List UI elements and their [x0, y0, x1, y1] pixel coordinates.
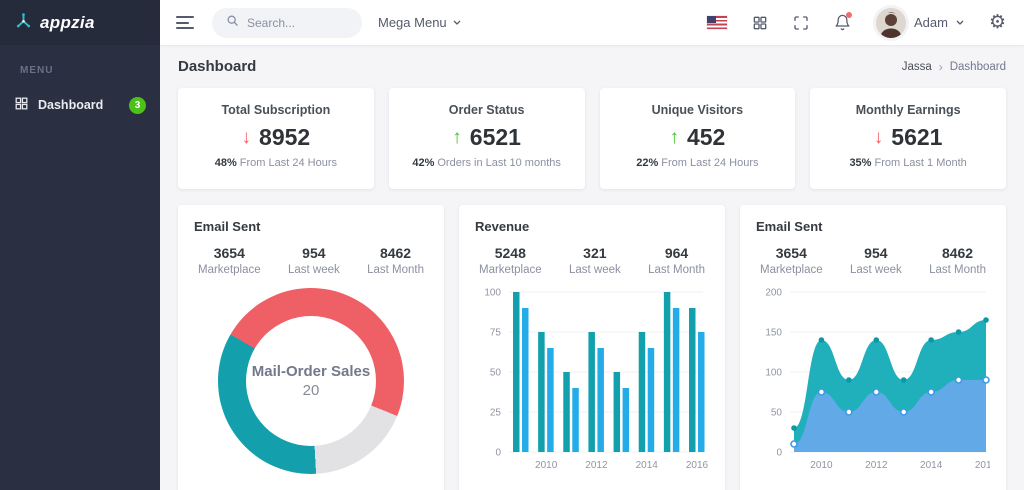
stat-value: ↓ 8952	[241, 124, 311, 150]
apps-grid-icon[interactable]	[752, 15, 768, 31]
svg-text:25: 25	[490, 408, 502, 419]
svg-text:2012: 2012	[585, 460, 608, 471]
mega-menu-dropdown[interactable]: Mega Menu	[378, 15, 461, 30]
user-menu[interactable]: Adam	[875, 7, 964, 38]
svg-text:0: 0	[495, 448, 501, 459]
main-area: Mega Menu	[160, 0, 1024, 490]
dashboard-grid-icon	[14, 96, 29, 114]
search-icon	[226, 14, 239, 32]
breadcrumb: Jassa › Dashboard	[902, 60, 1006, 74]
svg-text:2014: 2014	[636, 460, 659, 471]
chevron-down-icon	[956, 20, 964, 25]
drone-logo-icon	[14, 11, 33, 35]
brand-name: appzia	[40, 12, 95, 32]
mini-stats: 3654 Marketplace 954 Last week 8462 Last Mo…	[760, 245, 986, 276]
svg-text:2016: 2016	[975, 460, 990, 471]
stat-note: 48% From Last 24 Hours	[214, 157, 337, 169]
stat-card-unique-visitors: Unique Visitors ↑ 452 22% From Last 24 Ho…	[599, 88, 796, 189]
svg-text:2012: 2012	[865, 460, 888, 471]
user-name: Adam	[913, 15, 948, 30]
chart-card-email-sent-donut: Email Sent 3654 Marketplace 954 Last week …	[178, 205, 444, 490]
page-content: Dashboard Jassa › Dashboard Total Subscr…	[160, 45, 1024, 490]
sidebar-item-dashboard[interactable]: Dashboard 3	[0, 86, 160, 124]
sidebar-item-label: Dashboard	[38, 98, 104, 112]
us-flag-icon	[706, 16, 727, 29]
search-box[interactable]	[212, 7, 362, 38]
trend-down-icon: ↓	[873, 126, 884, 148]
page-title: Dashboard	[178, 58, 257, 75]
breadcrumb-home[interactable]: Jassa	[902, 61, 932, 73]
mini-stats: 5248 Marketplace 321 Last week 964 Last Mon…	[479, 245, 705, 276]
svg-text:150: 150	[765, 328, 782, 339]
app-root: appzia MENU Dashboard 3 Search... Mega M…	[0, 0, 1024, 490]
charts-row: Email Sent 3654 Marketplace 954 Last week …	[178, 205, 1006, 490]
svg-text:75: 75	[490, 328, 502, 339]
notification-dot	[845, 12, 852, 18]
stat-value: ↓ 5621	[873, 124, 943, 150]
chart-card-email-sent-area: Email Sent 3654 Marketplace 954 Last week …	[740, 205, 1006, 490]
stat-title: Order Status	[448, 103, 525, 117]
language-flag-us[interactable]	[706, 16, 727, 29]
svg-text:50: 50	[771, 408, 783, 419]
area-chart: 0 50 100 150 200 2010 2012 2014 2016	[765, 288, 990, 472]
avatar	[875, 7, 906, 38]
breadcrumb-separator: ›	[938, 59, 943, 74]
stat-note: 42% Orders in Last 10 months	[412, 157, 561, 169]
topbar-actions: Adam ⚙	[706, 7, 1006, 38]
svg-text:100: 100	[765, 368, 782, 379]
notifications-bell-icon[interactable]	[834, 12, 852, 31]
stat-title: Unique Visitors	[651, 103, 744, 117]
chart-title: Revenue	[475, 219, 530, 234]
svg-text:2016: 2016	[686, 460, 709, 471]
chart-title: Email Sent	[194, 219, 261, 234]
chart-title: Email Sent	[756, 219, 823, 234]
menu-toggle-icon[interactable]	[174, 12, 196, 33]
brand-logo[interactable]: appzia	[0, 0, 160, 45]
fullscreen-icon[interactable]	[793, 15, 809, 31]
trend-up-icon: ↑	[669, 126, 679, 148]
svg-text:2014: 2014	[920, 460, 943, 471]
chevron-down-icon	[453, 20, 461, 25]
stat-title: Total Subscription	[221, 103, 331, 117]
breadcrumb-current: Dashboard	[949, 60, 1006, 73]
settings-gear-icon[interactable]: ⚙	[989, 13, 1006, 32]
trend-up-icon: ↑	[452, 126, 462, 148]
dashboard-count-badge: 3	[129, 96, 146, 114]
sidebar: appzia MENU Dashboard 3	[0, 0, 160, 490]
stat-value: ↑ 452	[669, 124, 726, 150]
svg-text:100: 100	[484, 288, 501, 299]
mini-stats: 3654 Marketplace 954 Last week 8462 Last Mo…	[198, 245, 424, 276]
mega-menu-label: Mega Menu	[378, 15, 447, 30]
search-input[interactable]	[247, 15, 348, 30]
donut-chart: Mail-Order Sales 20	[218, 288, 404, 474]
stat-card-order-status: Order Status ↑ 6521 42% Orders in Last 10…	[388, 88, 585, 189]
stat-card-monthly-earnings: Monthly Earnings ↓ 5621 35% From Last 1 M…	[810, 88, 1006, 189]
stats-row: Total Subscription ↓ 8952 48% From Last 2…	[178, 88, 1006, 189]
trend-down-icon: ↓	[241, 126, 252, 148]
svg-text:0: 0	[776, 448, 782, 459]
svg-text:2010: 2010	[810, 460, 833, 471]
stat-note: 22% From Last 24 Hours	[636, 157, 759, 169]
svg-text:2010: 2010	[535, 460, 558, 471]
chart-card-revenue-bar: Revenue 5248 Marketplace 321 Last week 964…	[459, 205, 725, 490]
bar-chart: 0 25 50 75 100 2010 2012 2014 2016	[484, 288, 709, 472]
svg-text:200: 200	[765, 288, 782, 299]
svg-text:50: 50	[490, 368, 502, 379]
menu-section-label: MENU	[20, 65, 54, 76]
page-head: Dashboard Jassa › Dashboard	[178, 58, 1006, 75]
stat-card-total-subscription: Total Subscription ↓ 8952 48% From Last 2…	[178, 88, 374, 189]
stat-note: 35% From Last 1 Month	[849, 157, 967, 169]
topbar: Mega Menu	[160, 0, 1024, 45]
stat-value: ↑ 6521	[452, 124, 521, 150]
donut-center-text: Mail-Order Sales 20	[251, 363, 371, 399]
stat-title: Monthly Earnings	[855, 103, 961, 117]
